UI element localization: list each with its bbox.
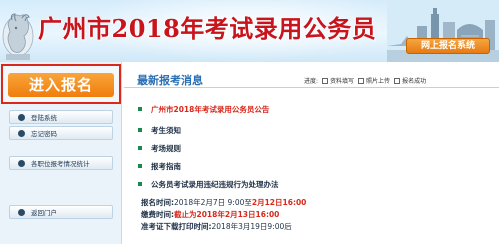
progress-indicator: 进度: 资料填写 照片上传 报名成功 — [304, 76, 426, 85]
progress-step: 照片上传 — [366, 78, 391, 85]
news-link: 报考指南 — [151, 161, 181, 171]
square-bullet-icon — [138, 146, 142, 150]
news-item-violation-rules[interactable]: 公务员考试录用违纪违规行为处理办法 — [138, 178, 279, 190]
progress-label: 进度: — [304, 78, 319, 85]
enter-registration-box: 进入报名 — [1, 64, 121, 104]
bullet-icon — [18, 208, 25, 216]
sidebar-item-label: 登陆系统 — [31, 114, 57, 122]
sidebar-item-label: 各职位报考情况统计 — [31, 160, 90, 168]
news-item-candidate-notice[interactable]: 考生须知 — [138, 124, 181, 136]
site-title: 广州市2018年考试录用公务员 — [38, 14, 377, 43]
news-link: 考场规则 — [151, 143, 181, 153]
sidebar-item-position-stats[interactable]: 各职位报考情况统计 — [9, 156, 113, 170]
time-label: 报名时间: — [141, 197, 174, 207]
sidebar-item-forgot-password[interactable]: 忘记密码 — [9, 126, 113, 140]
bullet-icon — [18, 129, 25, 137]
sidebar-item-label: 返回门户 — [31, 209, 57, 217]
enter-registration-button[interactable]: 进入报名 — [8, 73, 114, 97]
site-header: 广州市2018年考试录用公务员 网上报名系统 — [0, 0, 499, 62]
sidebar-item-return-portal[interactable]: 返回门户 — [9, 205, 113, 219]
rams-emblem-icon — [2, 13, 34, 60]
news-link: 考生须知 — [151, 125, 181, 135]
progress-step: 报名成功 — [402, 78, 427, 85]
square-bullet-icon — [138, 182, 142, 186]
step-checkbox-icon — [394, 77, 401, 84]
section-title: 最新报考消息 — [137, 74, 203, 87]
news-link: 广州市2018年考试录用公务员公告 — [151, 104, 270, 114]
sidebar-item-label: 忘记密码 — [31, 130, 57, 138]
main-content: 最新报考消息 进度: 资料填写 照片上传 报名成功 广州市2018年考试录用公务… — [124, 62, 499, 244]
registration-time-row: 报名时间: 2018年2月7日 9:00至 2月12日16:00 — [141, 196, 491, 208]
time-prefix: 2018年2月7日 9:00至 — [174, 197, 252, 207]
payment-time-row: 缴费时间: 截止为2018年2月13日16:00 — [141, 208, 491, 220]
progress-step: 资料填写 — [330, 78, 355, 85]
left-sidebar: 进入报名 登陆系统 忘记密码 各职位报考情况统计 返回门户 — [0, 62, 122, 244]
online-registration-badge[interactable]: 网上报名系统 — [406, 38, 490, 54]
admission-ticket-time-row: 准考证下载打印时间: 2018年3月19日9:00后 — [141, 220, 491, 232]
bullet-icon — [18, 113, 25, 121]
news-item-guide[interactable]: 报考指南 — [138, 160, 181, 172]
time-value: 2月12日16:00 — [251, 197, 307, 207]
time-prefix: 2018年3月19日9:00后 — [211, 221, 292, 231]
news-section-header: 最新报考消息 进度: 资料填写 照片上传 报名成功 — [124, 68, 499, 88]
step-checkbox-icon — [322, 77, 329, 84]
news-item-announcement[interactable]: 广州市2018年考试录用公务员公告 — [138, 103, 269, 115]
schedule-info: 报名时间: 2018年2月7日 9:00至 2月12日16:00 缴费时间: 截… — [141, 196, 491, 232]
time-value: 截止为2018年2月13日16:00 — [174, 209, 280, 219]
step-checkbox-icon — [358, 77, 365, 84]
square-bullet-icon — [138, 128, 142, 132]
square-bullet-icon — [138, 107, 142, 111]
bullet-icon — [18, 159, 25, 167]
time-label: 缴费时间: — [141, 209, 174, 219]
square-bullet-icon — [138, 164, 142, 168]
time-label: 准考证下载打印时间: — [141, 221, 212, 231]
news-item-exam-rules[interactable]: 考场规则 — [138, 142, 181, 154]
sidebar-item-login[interactable]: 登陆系统 — [9, 110, 113, 124]
news-link: 公务员考试录用违纪违规行为处理办法 — [151, 179, 279, 189]
